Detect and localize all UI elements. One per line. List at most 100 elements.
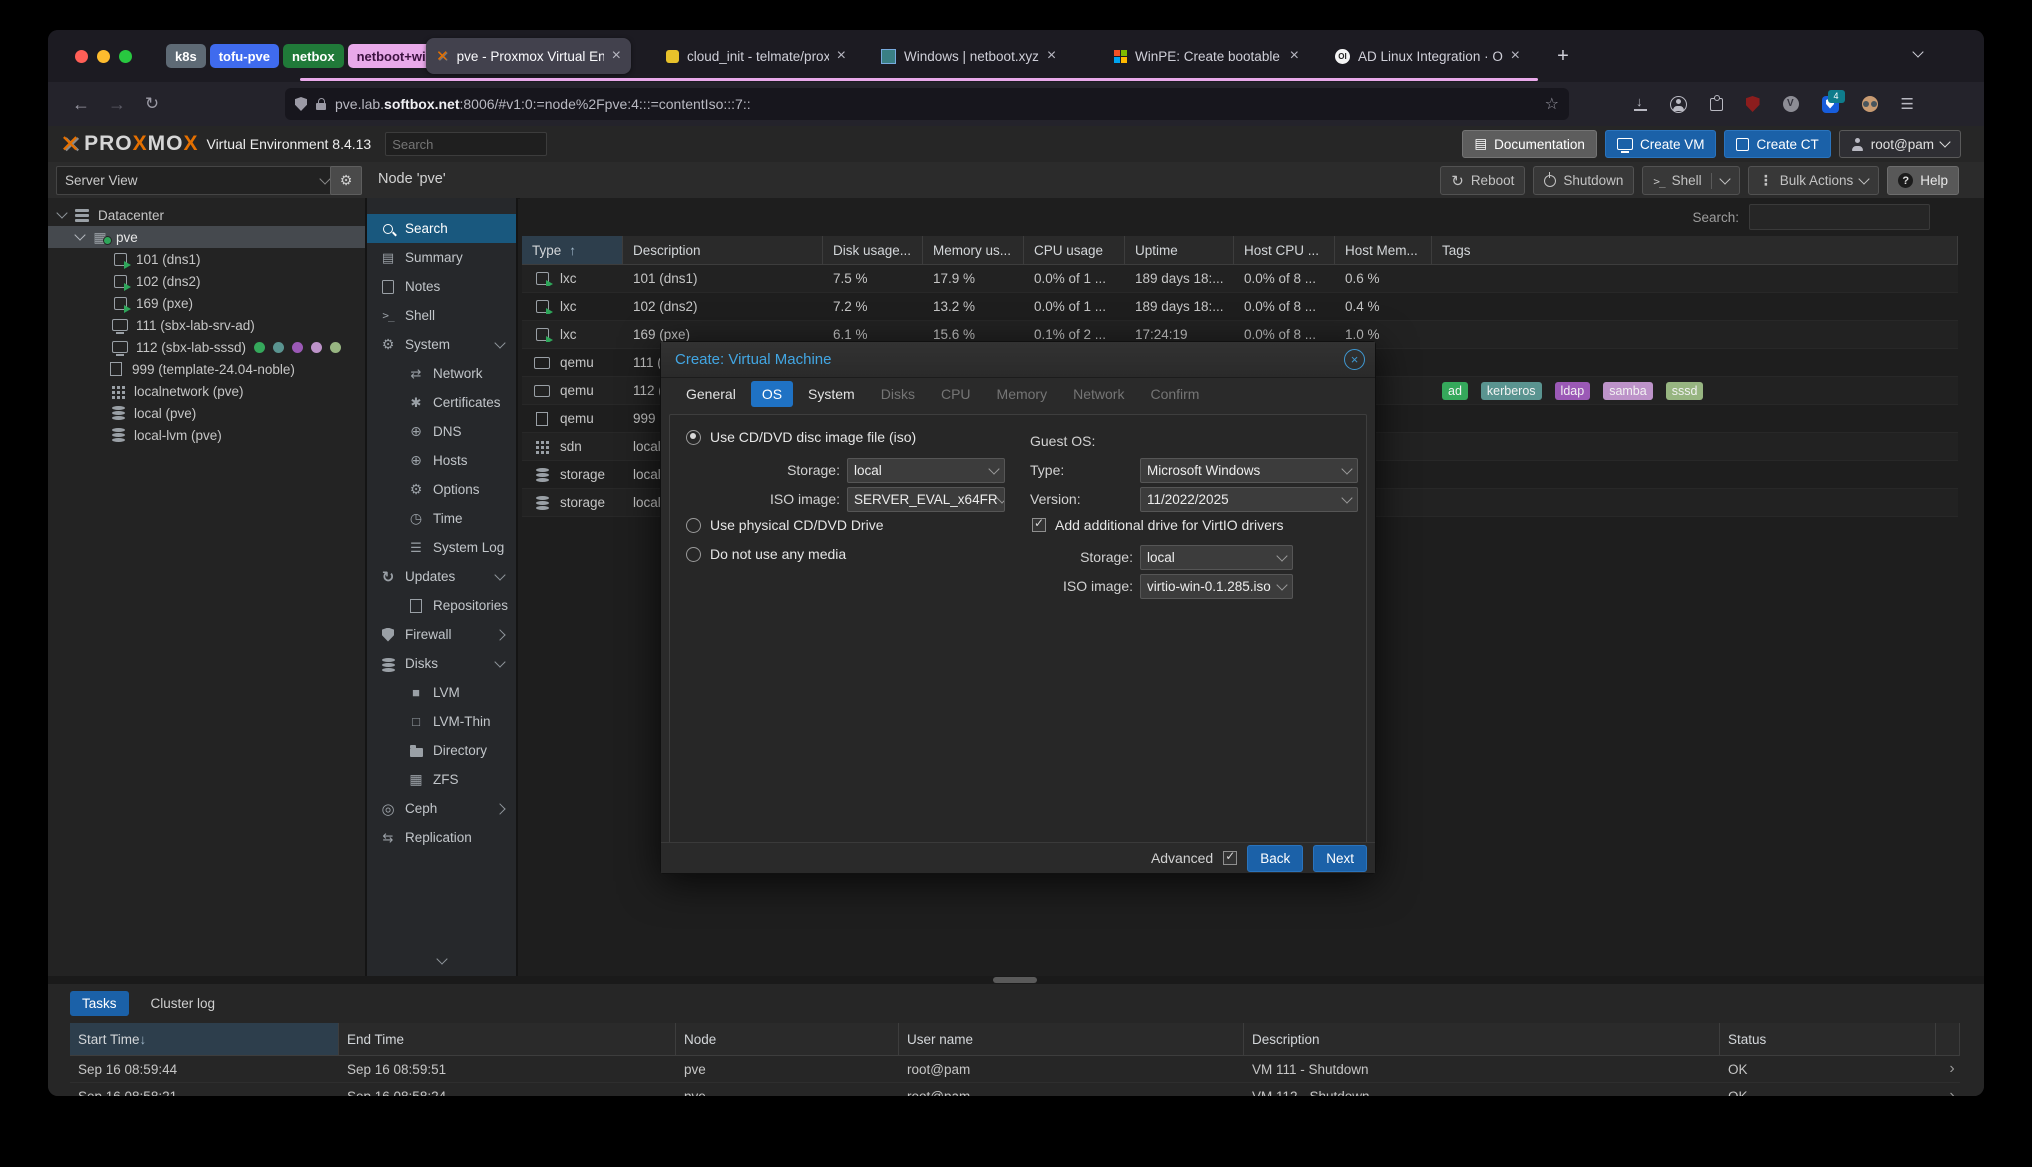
task-row[interactable]: Sep 16 08:59:44Sep 16 08:59:51pveroot@pa… bbox=[70, 1056, 1960, 1083]
chevron-down-icon[interactable] bbox=[494, 656, 505, 667]
tree-node-datacenter[interactable]: Datacenter bbox=[48, 204, 365, 226]
advanced-checkbox[interactable] bbox=[1223, 851, 1237, 865]
view-settings-button[interactable] bbox=[330, 166, 362, 195]
col-host-cpu[interactable]: Host CPU ... bbox=[1234, 236, 1335, 264]
chevron-down-icon[interactable] bbox=[74, 229, 85, 240]
nav-shell[interactable]: Shell bbox=[367, 301, 516, 330]
col-start-time[interactable]: Start Time bbox=[70, 1023, 339, 1055]
os-type-select[interactable]: Microsoft Windows bbox=[1140, 458, 1358, 483]
col-node[interactable]: Node bbox=[676, 1023, 899, 1055]
nav-repositories[interactable]: Repositories bbox=[367, 591, 516, 620]
tab-winpe[interactable]: WinPE: Create bootable media | bbox=[1104, 38, 1309, 74]
tab-netboot-windows[interactable]: Windows | netboot.xyz bbox=[871, 38, 1076, 74]
col-cpu[interactable]: CPU usage bbox=[1024, 236, 1125, 264]
menu-hamburger-icon[interactable] bbox=[1901, 95, 1914, 114]
col-status[interactable]: Status bbox=[1720, 1023, 1936, 1055]
back-button[interactable]: Back bbox=[1247, 845, 1303, 872]
chevron-down-icon[interactable] bbox=[56, 207, 67, 218]
col-uptime[interactable]: Uptime bbox=[1125, 236, 1234, 264]
bulk-actions-button[interactable]: Bulk Actions bbox=[1748, 166, 1880, 195]
chevron-right-icon[interactable] bbox=[1936, 1087, 1960, 1096]
col-type[interactable]: Type bbox=[522, 236, 623, 264]
col-disk[interactable]: Disk usage... bbox=[823, 236, 923, 264]
downloads-icon[interactable] bbox=[1634, 97, 1647, 111]
close-tab-icon[interactable] bbox=[612, 48, 621, 64]
radio-no-media[interactable]: Do not use any media bbox=[686, 546, 846, 562]
nav-dns[interactable]: DNS bbox=[367, 417, 516, 446]
virtio-drivers-checkbox[interactable]: Add additional drive for VirtIO drivers bbox=[1032, 517, 1284, 533]
tab-group-tofu-pve[interactable]: tofu-pve bbox=[210, 44, 279, 68]
reboot-button[interactable]: Reboot bbox=[1440, 166, 1525, 195]
nav-time[interactable]: Time bbox=[367, 504, 516, 533]
tab-group-netbox[interactable]: netbox bbox=[283, 44, 344, 68]
zoom-window-icon[interactable] bbox=[119, 50, 132, 63]
url-text[interactable]: pve.lab.softbox.net:8006/#v1:0:=node%2Fp… bbox=[335, 96, 751, 112]
reload-icon[interactable] bbox=[140, 94, 164, 114]
nav-notes[interactable]: Notes bbox=[367, 272, 516, 301]
insecure-lock-icon[interactable] bbox=[316, 103, 326, 110]
new-tab-button[interactable] bbox=[1548, 38, 1578, 74]
nav-system[interactable]: System bbox=[367, 330, 516, 359]
nav-lvm-thin[interactable]: LVM-Thin bbox=[367, 707, 516, 736]
chevron-down-icon[interactable] bbox=[494, 569, 505, 580]
create-ct-button[interactable]: Create CT bbox=[1724, 130, 1830, 158]
tree-node-169[interactable]: 169 (pxe) bbox=[48, 292, 365, 314]
nav-options[interactable]: Options bbox=[367, 475, 516, 504]
filter-search-input[interactable] bbox=[1749, 204, 1930, 230]
tab-system[interactable]: System bbox=[797, 381, 866, 407]
nav-network[interactable]: Network bbox=[367, 359, 516, 388]
nav-replication[interactable]: Replication bbox=[367, 823, 516, 852]
tree-node-999[interactable]: 999 (template-24.04-noble) bbox=[48, 358, 365, 380]
dialog-header[interactable]: Create: Virtual Machine bbox=[661, 342, 1375, 378]
close-tab-icon[interactable] bbox=[1290, 48, 1299, 64]
tree-node-111[interactable]: 111 (sbx-lab-srv-ad) bbox=[48, 314, 365, 336]
close-tab-icon[interactable] bbox=[837, 48, 846, 64]
extension-v-icon[interactable] bbox=[1783, 96, 1799, 112]
close-tab-icon[interactable] bbox=[1511, 48, 1520, 64]
tab-proxmox[interactable]: ✕ pve - Proxmox Virtual Environme bbox=[426, 38, 631, 74]
table-row[interactable]: lxc 101 (dns1)7.5 %17.9 %0.0% of 1 ...18… bbox=[522, 265, 1958, 293]
nav-overflow-indicator[interactable] bbox=[367, 950, 516, 968]
splitter-grip[interactable] bbox=[993, 977, 1037, 983]
tab-ad-linux[interactable]: OI AD Linux Integration · Open bbox=[1325, 38, 1530, 74]
task-row[interactable]: Sep 16 08:58:21Sep 16 08:58:24pveroot@pa… bbox=[70, 1083, 1960, 1096]
tab-general[interactable]: General bbox=[675, 381, 747, 407]
next-button[interactable]: Next bbox=[1313, 845, 1367, 872]
col-host-mem[interactable]: Host Mem... bbox=[1335, 236, 1432, 264]
chevron-down-icon[interactable] bbox=[494, 337, 505, 348]
iso-image-select[interactable]: SERVER_EVAL_x64FR bbox=[847, 487, 1005, 512]
nav-ceph[interactable]: Ceph bbox=[367, 794, 516, 823]
nav-summary[interactable]: Summary bbox=[367, 243, 516, 272]
forward-icon[interactable]: → bbox=[102, 94, 132, 115]
virtio-storage-select[interactable]: local bbox=[1140, 545, 1293, 570]
virtio-iso-select[interactable]: virtio-win-0.1.285.iso bbox=[1140, 574, 1293, 599]
close-dialog-icon[interactable] bbox=[1344, 349, 1365, 370]
window-controls[interactable] bbox=[75, 50, 141, 63]
storage-select[interactable]: local bbox=[847, 458, 1005, 483]
tree-node-102[interactable]: 102 (dns2) bbox=[48, 270, 365, 292]
user-menu-button[interactable]: root@pam bbox=[1839, 130, 1961, 158]
nav-lvm[interactable]: LVM bbox=[367, 678, 516, 707]
col-memory[interactable]: Memory us... bbox=[923, 236, 1024, 264]
tab-os[interactable]: OS bbox=[751, 381, 793, 407]
nav-certificates[interactable]: Certificates bbox=[367, 388, 516, 417]
tree-node-local[interactable]: local (pve) bbox=[48, 402, 365, 424]
url-bar[interactable]: pve.lab.softbox.net:8006/#v1:0:=node%2Fp… bbox=[285, 88, 1569, 120]
chevron-right-icon[interactable] bbox=[1936, 1060, 1960, 1078]
nav-search[interactable]: Search bbox=[367, 214, 516, 243]
col-tags[interactable]: Tags bbox=[1432, 236, 1958, 264]
tree-node-pve[interactable]: pve bbox=[48, 226, 365, 248]
chevron-right-icon[interactable] bbox=[494, 629, 505, 640]
panel-splitter[interactable] bbox=[48, 976, 1984, 984]
shell-button[interactable]: Shell bbox=[1642, 166, 1739, 195]
monkey-extension-icon[interactable] bbox=[1862, 96, 1878, 112]
tab-group-k8s[interactable]: k8s bbox=[166, 44, 206, 68]
nav-updates[interactable]: Updates bbox=[367, 562, 516, 591]
tree-node-localnetwork[interactable]: localnetwork (pve) bbox=[48, 380, 365, 402]
bookmark-star-icon[interactable] bbox=[1545, 94, 1559, 114]
chevron-right-icon[interactable] bbox=[494, 803, 505, 814]
help-button[interactable]: ?Help bbox=[1887, 166, 1959, 195]
close-window-icon[interactable] bbox=[75, 50, 88, 63]
view-selector[interactable]: Server View bbox=[56, 166, 338, 195]
col-description[interactable]: Description bbox=[1244, 1023, 1720, 1055]
